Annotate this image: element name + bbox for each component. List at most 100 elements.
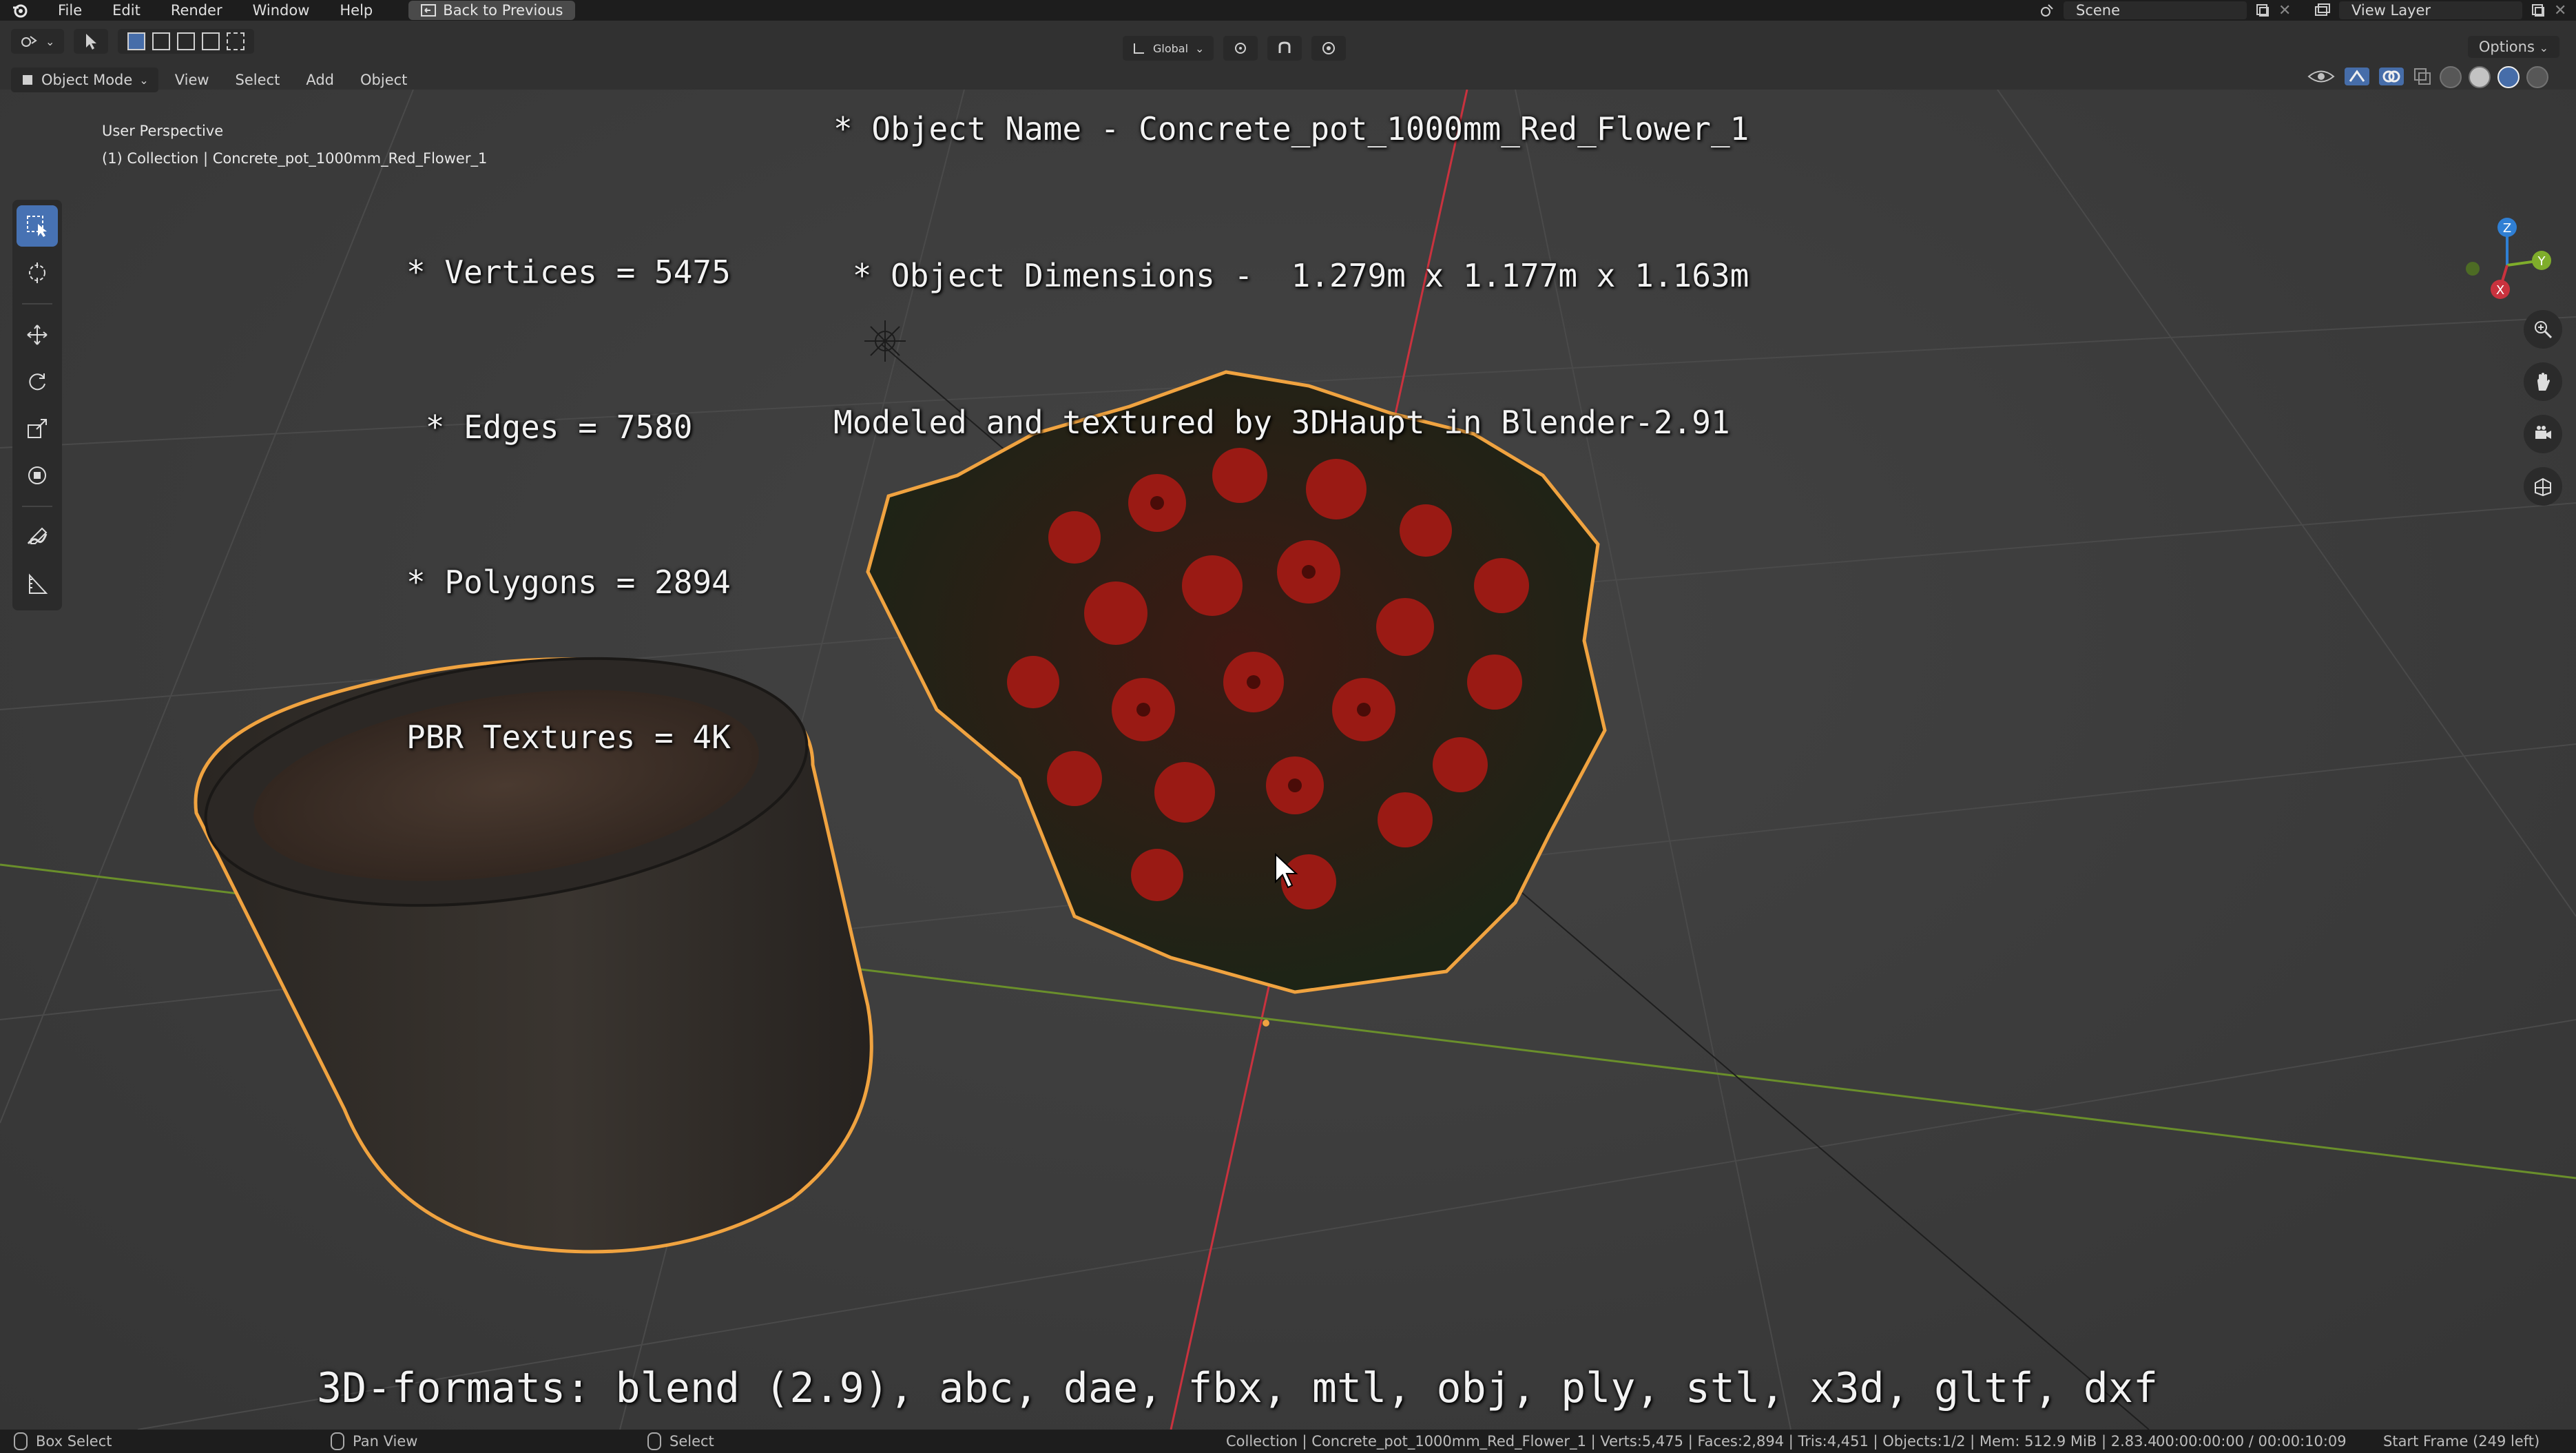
object-info-overlay: * Object Name - Concrete_pot_1000mm_Red_… [833, 7, 1749, 496]
formats-overlay: 3D-formats: blend (2.9), abc, dae, fbx, … [317, 1364, 2159, 1412]
zoom-button[interactable] [2524, 310, 2562, 349]
tool-shelf [12, 200, 62, 610]
tool-transform[interactable] [17, 455, 58, 496]
overlays-toggle-icon[interactable] [2378, 66, 2405, 87]
navigation-buttons [2524, 310, 2562, 506]
menu-object[interactable]: Object [351, 72, 417, 88]
mouse-right-icon [647, 1432, 661, 1450]
menu-view[interactable]: View [165, 72, 219, 88]
viewport-header-menus: Object Mode ⌄ View Select Add Object [11, 68, 417, 92]
object-mode-dropdown[interactable]: Object Mode ⌄ [11, 68, 158, 92]
menu-file[interactable]: File [43, 2, 97, 19]
gizmo-neg-y [2466, 262, 2480, 276]
gizmo-x-label: X [2496, 283, 2504, 298]
edges-stat: * Edges = 7580 [406, 409, 693, 446]
object-mode-label: Object Mode [41, 72, 133, 88]
tool-cursor[interactable] [17, 252, 58, 293]
camera-view-button[interactable] [2524, 415, 2562, 453]
perspective-label: User Perspective [102, 123, 224, 139]
grid-icon [2535, 477, 2551, 497]
menu-edit[interactable]: Edit [97, 2, 156, 19]
scene-icon [2041, 4, 2053, 17]
status-pan-view: Pan View [331, 1432, 417, 1450]
modeled-by-line: Modeled and textured by 3DHaupt in Blend… [833, 404, 1730, 441]
select-new-icon[interactable] [127, 32, 146, 50]
status-bar: Box Select Pan View Select Collection | … [0, 1430, 2576, 1453]
select-extend-icon[interactable] [152, 32, 171, 50]
mouse-middle-icon [331, 1432, 344, 1450]
chevron-down-icon: ⌄ [2539, 41, 2548, 54]
chevron-down-icon: ⌄ [45, 34, 55, 48]
zoom-icon [2535, 321, 2553, 339]
tool-select-box[interactable] [17, 205, 58, 247]
menu-help[interactable]: Help [324, 2, 388, 19]
mesh-stats-overlay: * Vertices = 5475 * Edges = 7580 * Polyg… [406, 143, 731, 867]
annotate-icon [27, 527, 48, 544]
toolbar-separator [22, 303, 52, 305]
viewport-display-controls [2306, 66, 2548, 88]
time-text: 00:00:00:00 / 00:00:10:09 [2156, 1433, 2347, 1450]
rendered-shading-icon[interactable] [2526, 66, 2548, 88]
object-name-line: * Object Name - Concrete_pot_1000mm_Red_… [833, 110, 1749, 147]
menu-add[interactable]: Add [296, 72, 344, 88]
tool-scale[interactable] [17, 408, 58, 449]
menu-window[interactable]: Window [238, 2, 325, 19]
textures-stat: PBR Textures = 4K [406, 719, 731, 756]
mouse-left-icon [14, 1432, 28, 1450]
status-box-select: Box Select [14, 1432, 112, 1450]
select-intersect-icon[interactable] [227, 32, 245, 50]
gizmo-toggle-icon[interactable] [2343, 66, 2371, 87]
scene-stats-text: Collection | Concrete_pot_1000mm_Red_Flo… [1226, 1433, 2157, 1450]
menu-render[interactable]: Render [156, 2, 238, 19]
view-layer-name-field[interactable]: View Layer [2339, 1, 2522, 19]
pan-button[interactable] [2524, 362, 2562, 401]
view-layer-selector[interactable]: View Layer ✕ [2314, 0, 2566, 21]
options-dropdown[interactable]: Options ⌄ [2467, 36, 2559, 58]
scene-selector[interactable]: Scene ✕ [2039, 0, 2291, 21]
pan-view-label: Pan View [353, 1433, 418, 1450]
select-subtract-icon[interactable] [177, 32, 196, 50]
editor-type-icon [21, 36, 37, 47]
gizmo-z-label: Z [2503, 221, 2511, 236]
polygons-stat: * Polygons = 2894 [406, 564, 731, 601]
start-frame-text: Start Frame (249 left) [2383, 1433, 2540, 1450]
new-view-layer-icon[interactable] [2531, 3, 2546, 18]
selection-mode-buttons[interactable] [118, 29, 255, 54]
blender-logo-icon[interactable] [10, 0, 30, 21]
toolbar-separator [22, 506, 52, 507]
menu-select[interactable]: Select [226, 72, 290, 88]
solid-shading-icon[interactable] [2469, 66, 2491, 88]
wireframe-shading-icon[interactable] [2440, 66, 2462, 88]
select-label: Select [669, 1433, 714, 1450]
status-start-frame: Start Frame (249 left) [2383, 1433, 2539, 1450]
remove-scene-icon[interactable]: ✕ [2278, 2, 2291, 19]
new-scene-icon[interactable] [2255, 3, 2270, 18]
object-mode-icon [23, 75, 32, 85]
select-tool-button[interactable] [74, 29, 109, 54]
navigation-gizmo[interactable]: Z Y X [2438, 207, 2562, 324]
scene-name-field[interactable]: Scene [2064, 1, 2247, 19]
back-icon [421, 4, 437, 17]
select-invert-icon[interactable] [202, 32, 220, 50]
options-label: Options [2478, 39, 2535, 55]
tool-annotate[interactable] [17, 517, 58, 558]
xray-toggle-icon[interactable] [2412, 66, 2433, 87]
status-time: 00:00:00:00 / 00:00:10:09 [2156, 1433, 2347, 1450]
tool-rotate[interactable] [17, 361, 58, 402]
vertices-stat: * Vertices = 5475 [406, 254, 731, 291]
editor-type-button[interactable]: ⌄ [11, 29, 65, 54]
visibility-icon[interactable] [2306, 66, 2336, 87]
back-to-previous-button[interactable]: Back to Previous [408, 1, 576, 20]
tool-move[interactable] [17, 314, 58, 355]
transform-icon [28, 466, 46, 484]
scale-icon [28, 419, 47, 438]
remove-view-layer-icon[interactable]: ✕ [2554, 2, 2566, 19]
ortho-toggle-button[interactable] [2524, 467, 2562, 506]
chevron-down-icon: ⌄ [139, 73, 149, 87]
object-origin [1263, 1020, 1269, 1027]
material-preview-shading-icon[interactable] [2497, 66, 2520, 88]
cursor-icon [29, 262, 45, 283]
view-layer-icon [2315, 3, 2330, 16]
tool-measure[interactable] [17, 564, 58, 605]
pan-hand-icon [2537, 373, 2550, 391]
